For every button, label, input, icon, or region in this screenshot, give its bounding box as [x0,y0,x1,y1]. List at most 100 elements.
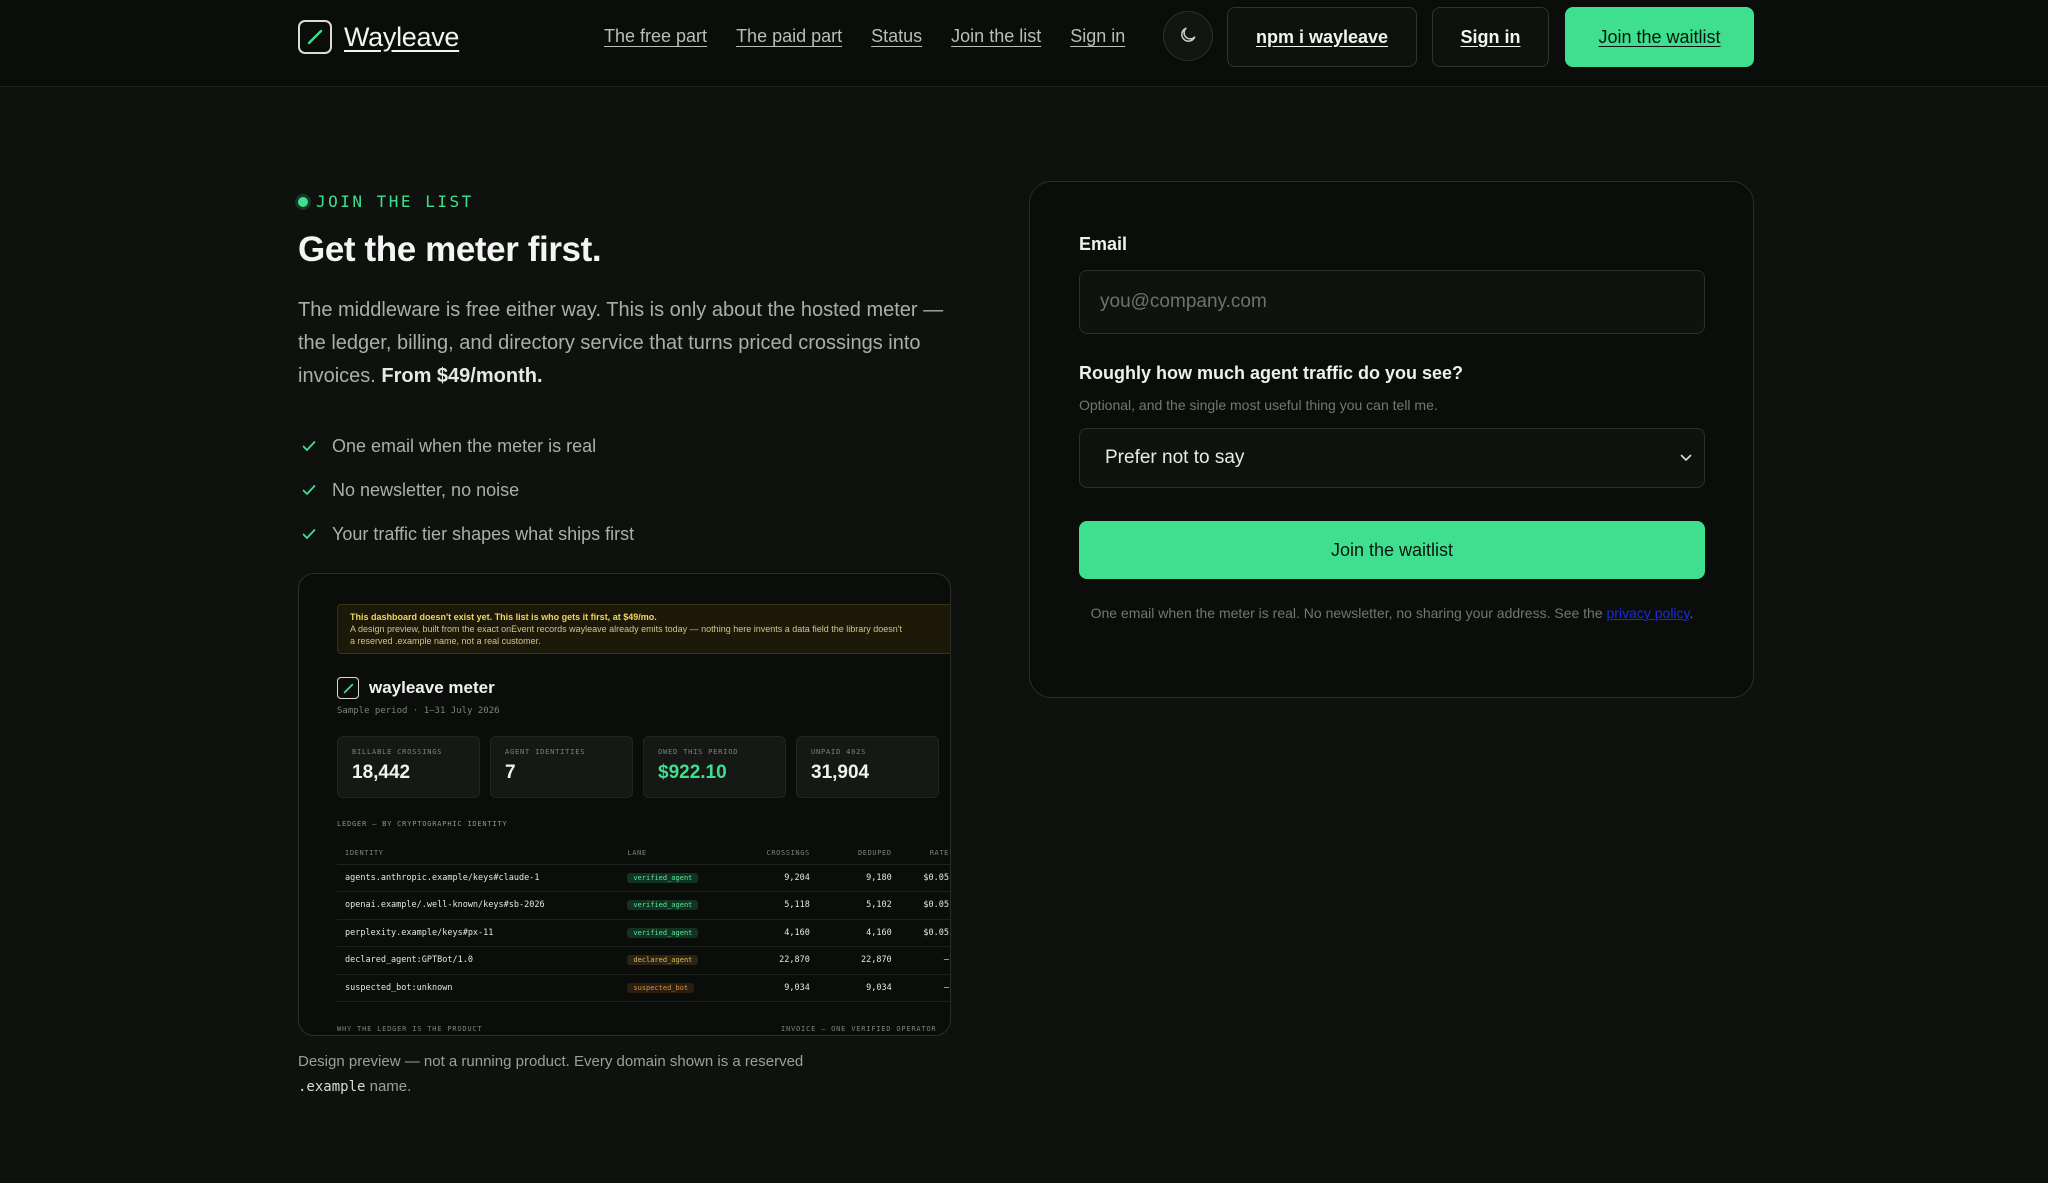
identity-cell: suspected_bot:unknown [337,974,620,1002]
email-field[interactable] [1079,270,1705,334]
status-dot-icon [298,196,308,207]
table-header-row: IDENTITY LANE CROSSINGS DEDUPED RATE [337,842,950,865]
deduped-cell: 5,102 [817,891,900,920]
checkmark-icon [300,528,318,540]
nav-link-free-part[interactable]: The free part [604,26,707,47]
stat-value: 7 [505,762,516,783]
preview-footer-right: INVOICE — ONE VERIFIED OPERATOR [781,1025,937,1033]
benefit-item: Your traffic tier shapes what ships firs… [300,512,634,556]
lane-badge: verified_agent [627,927,699,938]
brand-name: Wayleave [344,21,460,52]
column-header: LANE [619,842,734,865]
lane-badge: verified_agent [627,900,699,911]
legal-note: One email when the meter is real. No new… [1089,600,1695,626]
table-row: declared_agent:GPTBot/1.0 declared_agent… [337,946,950,975]
traffic-select[interactable]: Prefer not to say [1079,428,1705,488]
waitlist-form: Email Roughly how much agent traffic do … [1029,181,1754,698]
preview-caption: Design preview — not a running product. … [298,1049,858,1100]
email-label: Email [1079,234,1128,254]
moon-icon [1178,25,1198,48]
eyebrow: JOIN THE LIST [298,192,474,211]
rate-cell: $0.05 [899,919,950,947]
lane-badge: verified_agent [627,872,699,883]
caption-text: Design preview — not a running product. … [298,1053,804,1070]
main-nav: The free part The paid part Status Join … [604,26,1125,47]
banner-line: a reserved .example name, not a real cus… [350,636,541,646]
checkmark-icon [300,484,318,496]
crossings-cell: 22,870 [733,946,818,975]
column-header: DEDUPED [817,842,900,865]
stat-card-billable-crossings: BILLABLE CROSSINGS 18,442 [337,736,480,798]
crossings-cell: 4,160 [733,919,818,947]
legal-text: One email when the meter is real. No new… [1090,605,1603,621]
traffic-hint: Optional, and the single most useful thi… [1079,397,1438,413]
dashboard-header: wayleave meter [337,677,495,699]
benefit-item: One email when the meter is real [300,424,634,468]
identity-cell: agents.anthropic.example/keys#claude-1 [337,864,620,892]
caption-end: name. [369,1078,412,1095]
nav-link-paid-part[interactable]: The paid part [736,26,842,47]
legal-end: . [1689,605,1694,621]
column-header: CROSSINGS [733,842,818,865]
privacy-policy-link[interactable]: privacy policy [1607,605,1690,621]
page-title: Get the meter first. [298,230,602,269]
stat-card-unpaid-402s: UNPAID 402S 31,904 [796,736,939,798]
stat-label: BILLABLE CROSSINGS [352,748,443,756]
eyebrow-text: JOIN THE LIST [316,192,474,211]
preview-footer-left: WHY THE LEDGER IS THE PRODUCT [337,1025,483,1033]
benefit-text: No newsletter, no noise [332,479,520,500]
stat-label: AGENT IDENTITIES [505,748,586,756]
wayleave-logo-icon [337,677,359,699]
nav-link-join-list[interactable]: Join the list [951,26,1041,47]
join-waitlist-header-button[interactable]: Join the waitlist [1565,7,1754,67]
nav-link-sign-in[interactable]: Sign in [1070,26,1125,47]
benefit-text: One email when the meter is real [332,435,597,456]
identity-cell: perplexity.example/keys#px-11 [337,919,620,947]
column-header: IDENTITY [337,842,620,865]
banner-line: A design preview, built from the exact o… [350,624,903,634]
benefit-item: No newsletter, no noise [300,468,634,512]
chevron-down-icon [1680,449,1692,467]
identity-cell: declared_agent:GPTBot/1.0 [337,946,620,975]
wayleave-logo-icon [298,20,332,54]
lane-badge: declared_agent [627,955,699,966]
ledger-title: LEDGER — BY CRYPTOGRAPHIC IDENTITY [337,820,508,828]
top-bar: Wayleave The free part The paid part Sta… [0,0,2048,87]
rate-cell: — [899,974,950,1002]
theme-toggle-button[interactable] [1163,11,1213,61]
crossings-cell: 9,034 [733,974,818,1002]
identity-cell: openai.example/.well-known/keys#sb-2026 [337,891,620,920]
deduped-cell: 4,160 [817,919,900,947]
stat-label: OWED THIS PERIOD [658,748,739,756]
banner-title: This dashboard doesn't exist yet. This l… [350,612,657,622]
stat-card-owed-this-period: OWED THIS PERIOD $922.10 [643,736,786,798]
deduped-cell: 9,034 [817,974,900,1002]
npm-install-button[interactable]: npm i wayleave [1227,7,1417,67]
stat-label: UNPAID 402S [811,748,867,756]
stat-card-agent-identities: AGENT IDENTITIES 7 [490,736,633,798]
column-header: RATE [899,842,950,865]
crossings-cell: 9,204 [733,864,818,892]
price-text: From $49/month. [381,365,543,387]
stat-value: 18,442 [352,762,411,783]
traffic-label: Roughly how much agent traffic do you se… [1079,363,1464,383]
preview-banner: This dashboard doesn't exist yet. This l… [337,604,950,654]
sign-in-button[interactable]: Sign in [1432,7,1549,67]
table-row: openai.example/.well-known/keys#sb-2026 … [337,891,950,920]
checkmark-icon [300,440,318,452]
brand-link[interactable]: Wayleave [298,20,459,54]
benefit-text: Your traffic tier shapes what ships firs… [332,523,635,544]
intro-paragraph: The middleware is free either way. This … [298,294,958,393]
deduped-cell: 9,180 [817,864,900,892]
stat-value: 31,904 [811,762,870,783]
stat-cards: BILLABLE CROSSINGS 18,442 AGENT IDENTITI… [337,736,939,798]
dashboard-period: Sample period · 1–31 July 2026 [337,706,500,716]
nav-link-status[interactable]: Status [871,26,922,47]
deduped-cell: 22,870 [817,946,900,975]
benefit-list: One email when the meter is real No news… [300,424,634,556]
rate-cell: $0.05 [899,891,950,920]
table-row: perplexity.example/keys#px-11 verified_a… [337,919,950,947]
crossings-cell: 5,118 [733,891,818,920]
lane-badge: suspected_bot [627,982,695,993]
join-waitlist-button[interactable]: Join the waitlist [1079,521,1705,579]
